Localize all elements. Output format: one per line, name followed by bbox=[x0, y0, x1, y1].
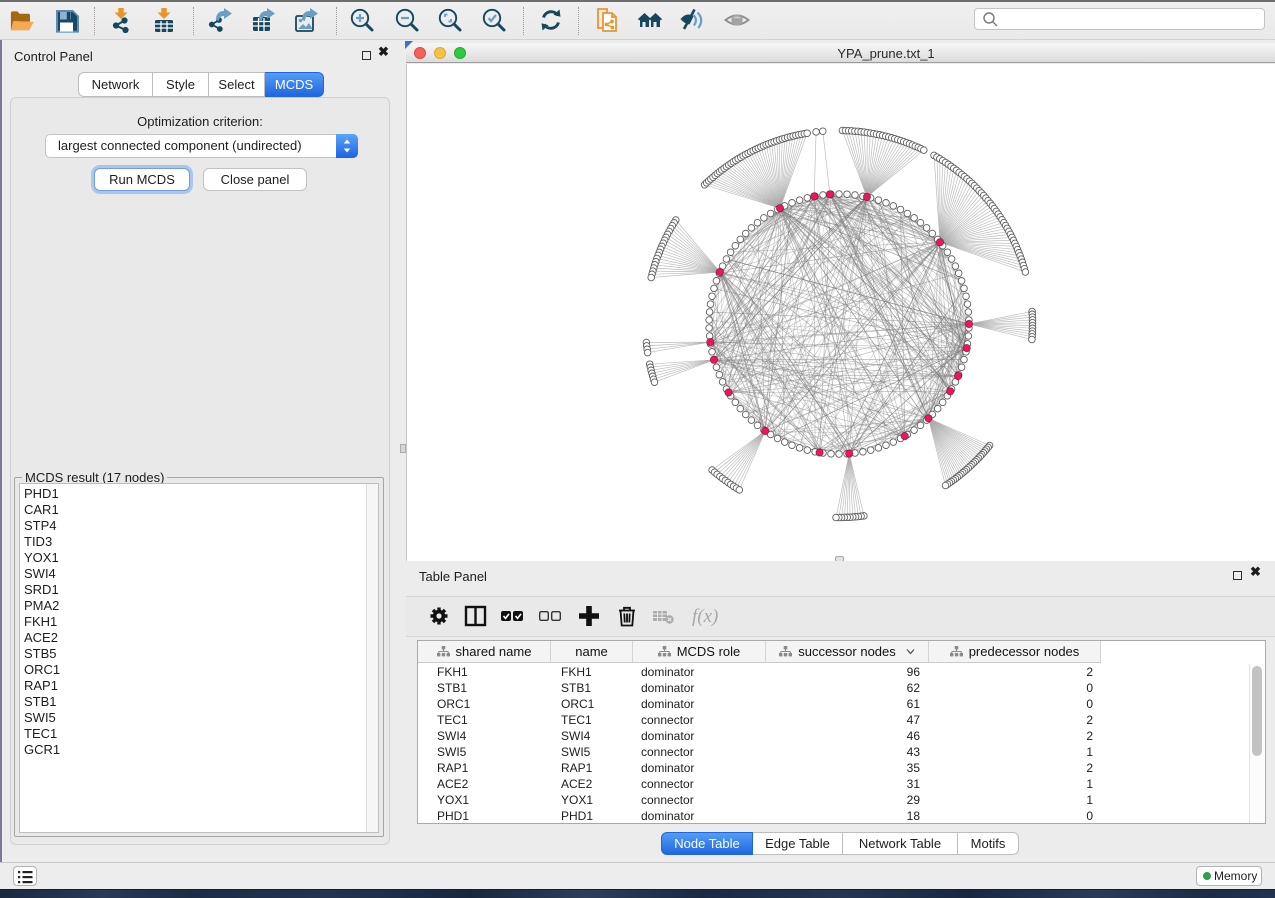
svg-text:f(x): f(x) bbox=[692, 606, 718, 627]
